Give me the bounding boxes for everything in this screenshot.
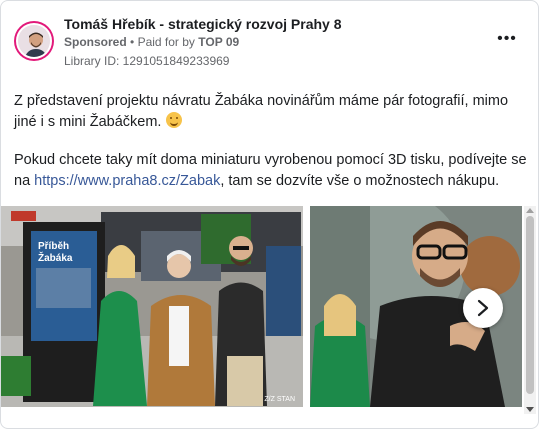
library-id: Library ID: 1291051849233969 [64, 54, 230, 68]
avatar[interactable] [14, 21, 54, 61]
poster-title-part1: Příběh [38, 241, 69, 252]
page-name[interactable]: Tomáš Hřebík - strategický rozvoj Prahy … [64, 16, 342, 32]
scroll-up-arrow-icon[interactable] [526, 208, 534, 213]
ad-post-card: Tomáš Hřebík - strategický rozvoj Prahy … [0, 0, 539, 429]
paragraph-2-end: , tam se dozvíte vše o možnostech nákupu… [220, 173, 500, 189]
scrollbar-thumb[interactable] [526, 216, 534, 394]
photo-caption: Z/Z STAN [264, 396, 295, 403]
gallery-photo-1[interactable]: Příběh Žabáka Z/Z STAN [1, 206, 303, 407]
post-paragraph-1: Z představení projektu návratu Žabáka no… [14, 91, 529, 133]
scroll-down-arrow-icon[interactable] [526, 407, 534, 412]
vertical-scrollbar[interactable] [524, 206, 536, 414]
next-photo-button[interactable] [463, 288, 503, 328]
hugging-face-emoji-icon [165, 112, 182, 128]
paragraph-1-text: Z představení projektu návratu Žabáka no… [14, 93, 509, 130]
sponsored-line: Sponsored • Paid for by TOP 09 [64, 35, 239, 49]
post-paragraph-2: Pokud chcete taky mít doma miniaturu vyr… [14, 150, 529, 192]
profile-photo [16, 23, 52, 59]
dot-separator: • [130, 35, 135, 49]
poster-title-part2: Žabáka [38, 251, 73, 264]
paid-for-label: Paid for by [137, 35, 195, 49]
chevron-right-icon [477, 299, 489, 317]
more-options-icon[interactable]: ••• [495, 29, 519, 53]
praha8-link[interactable]: https://www.praha8.cz/Zabak [34, 173, 220, 189]
paid-by-name[interactable]: TOP 09 [198, 35, 239, 49]
sponsored-label: Sponsored [64, 35, 127, 49]
